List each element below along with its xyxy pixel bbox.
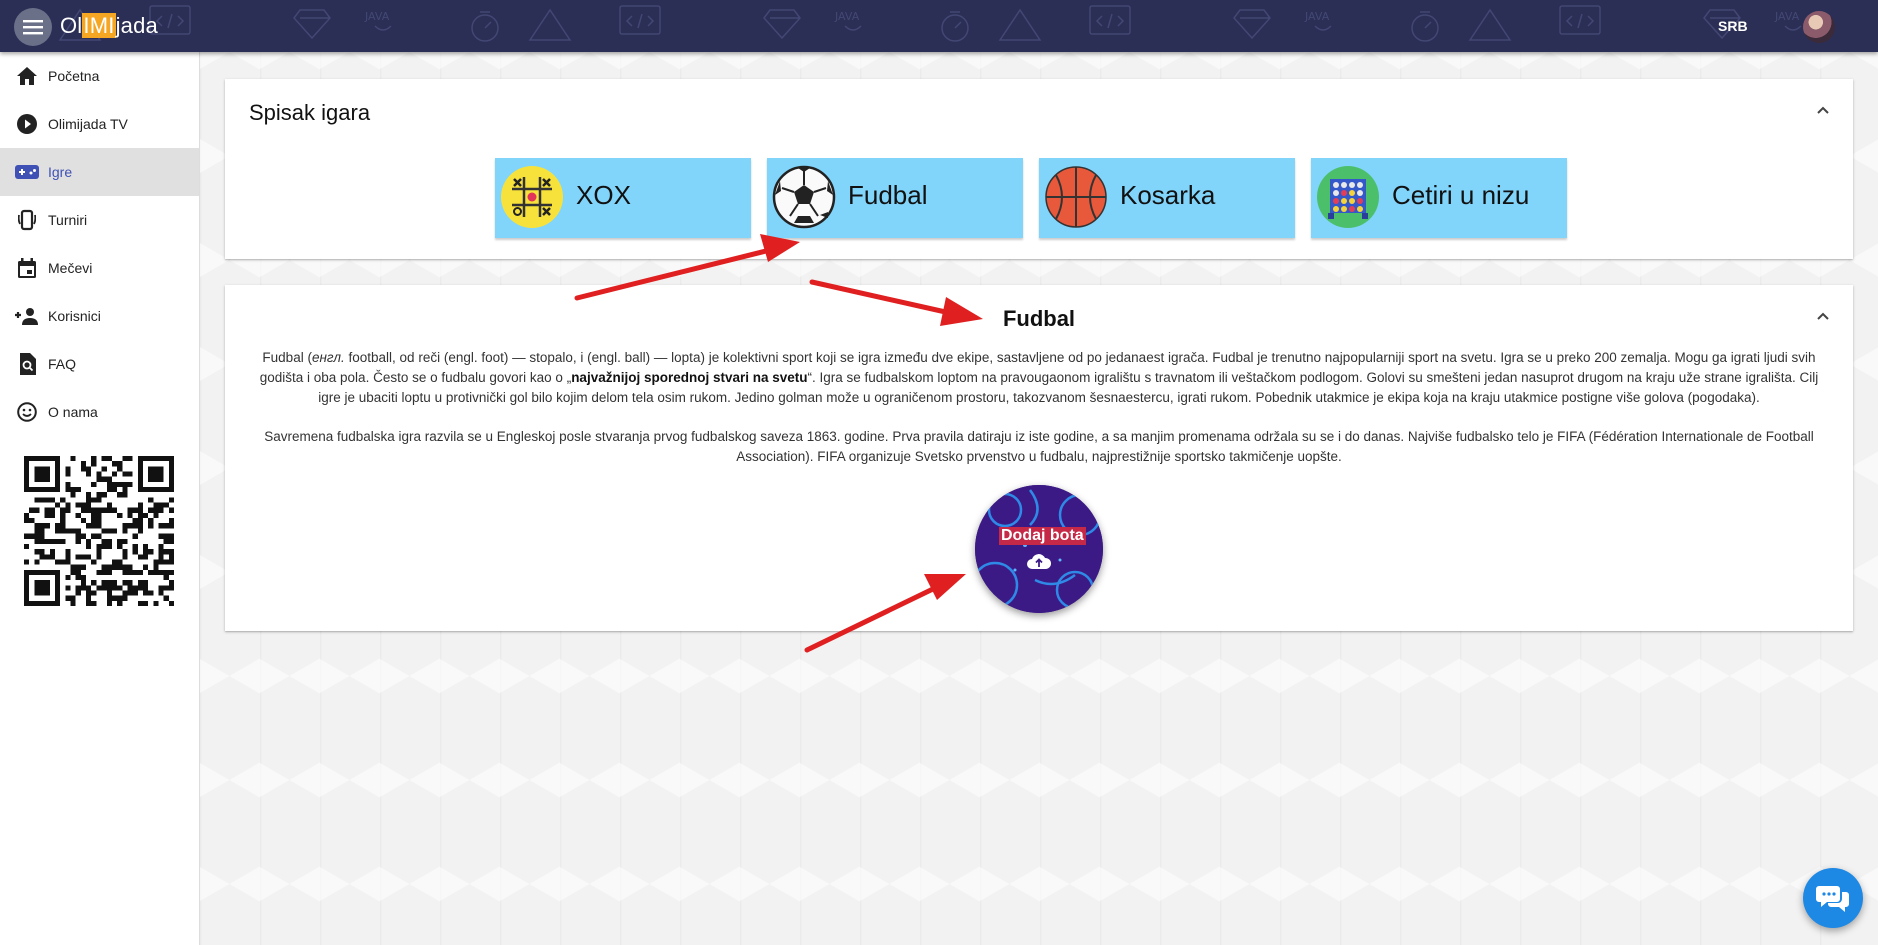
svg-text:JAVA: JAVA: [364, 10, 390, 23]
add-bot-label: Dodaj bota: [999, 527, 1086, 545]
sidebar-item-mecevi[interactable]: Mečevi: [0, 244, 199, 292]
tic-tac-toe-icon: [501, 166, 563, 228]
sidebar-item-korisnici[interactable]: Korisnici: [0, 292, 199, 340]
game-button-fudbal[interactable]: Fudbal: [767, 158, 1023, 238]
sidebar-item-label: FAQ: [48, 356, 77, 372]
sidebar-item-label: Turniri: [48, 212, 88, 228]
smiley-icon: [15, 402, 39, 422]
sidebar-item-label: O nama: [48, 404, 98, 420]
connect-four-icon: [1317, 166, 1379, 228]
cloud-upload-icon: [1027, 554, 1052, 569]
sidebar-item-label: Igre: [48, 164, 73, 180]
chat-bubbles-icon: [1816, 886, 1849, 912]
language-selector[interactable]: SRB: [1718, 18, 1748, 34]
calendar-icon: [15, 258, 39, 278]
galaxy-background: [975, 485, 1103, 613]
game-detail-card: Fudbal Fudbal (енгл. football, od reči (…: [225, 285, 1853, 631]
sidebar-item-igre[interactable]: Igre: [0, 148, 199, 196]
sidebar-item-turniri[interactable]: Turniri: [0, 196, 199, 244]
sidebar-item-label: Olimijada TV: [48, 116, 128, 132]
chevron-up-icon[interactable]: [1811, 305, 1835, 329]
game-button-cetiri-u-nizu[interactable]: Cetiri u nizu: [1311, 158, 1567, 238]
chat-button[interactable]: [1803, 868, 1863, 928]
play-circle-icon: [15, 114, 39, 134]
basketball-icon: [1045, 166, 1107, 228]
soccer-ball-icon: [772, 165, 836, 229]
menu-button[interactable]: [14, 8, 52, 46]
game-history-paragraph: Savremena fudbalska igra razvila se u En…: [264, 429, 1814, 464]
hamburger-icon: [23, 20, 43, 35]
game-button-xox[interactable]: XOX: [495, 158, 751, 238]
add-user-icon: [15, 306, 39, 326]
user-avatar[interactable]: [1803, 11, 1835, 43]
game-description-paragraph: Fudbal (енгл. football, od reči (engl. f…: [259, 350, 1819, 405]
game-label: Kosarka: [1120, 180, 1216, 210]
chevron-up-icon[interactable]: [1811, 99, 1835, 123]
game-label: XOX: [576, 180, 631, 210]
phone-rotate-icon: [15, 209, 39, 231]
sidebar: Početna Olimijada TV Igre Turniri Mečevi…: [0, 52, 200, 945]
game-button-kosarka[interactable]: Kosarka: [1039, 158, 1295, 238]
sidebar-item-olimijada-tv[interactable]: Olimijada TV: [0, 100, 199, 148]
gamepad-icon: [15, 162, 39, 182]
add-bot-button[interactable]: Dodaj bota: [975, 485, 1103, 613]
sidebar-item-label: Korisnici: [48, 308, 101, 324]
app-logo[interactable]: OlIMIjada: [60, 13, 158, 39]
sidebar-item-o-nama[interactable]: O nama: [0, 388, 199, 436]
game-label: Cetiri u nizu: [1392, 180, 1530, 210]
sidebar-item-label: Mečevi: [48, 260, 93, 276]
home-icon: [15, 66, 39, 86]
sidebar-item-pocetna[interactable]: Početna: [0, 52, 199, 100]
game-detail-title: Fudbal: [1002, 306, 1076, 331]
find-page-icon: [15, 353, 39, 375]
games-list-title: Spisak igara: [249, 100, 371, 125]
top-app-bar: JAVA OlIMIjada SRB: [0, 0, 1878, 52]
qr-code: [24, 456, 174, 606]
games-list-card: Spisak igara XOX Fudbal Kosarka Cetiri u…: [225, 79, 1853, 259]
game-label: Fudbal: [848, 180, 928, 210]
sidebar-item-faq[interactable]: FAQ: [0, 340, 199, 388]
header-pattern: JAVA: [58, 5, 1878, 42]
sidebar-item-label: Početna: [48, 68, 100, 84]
